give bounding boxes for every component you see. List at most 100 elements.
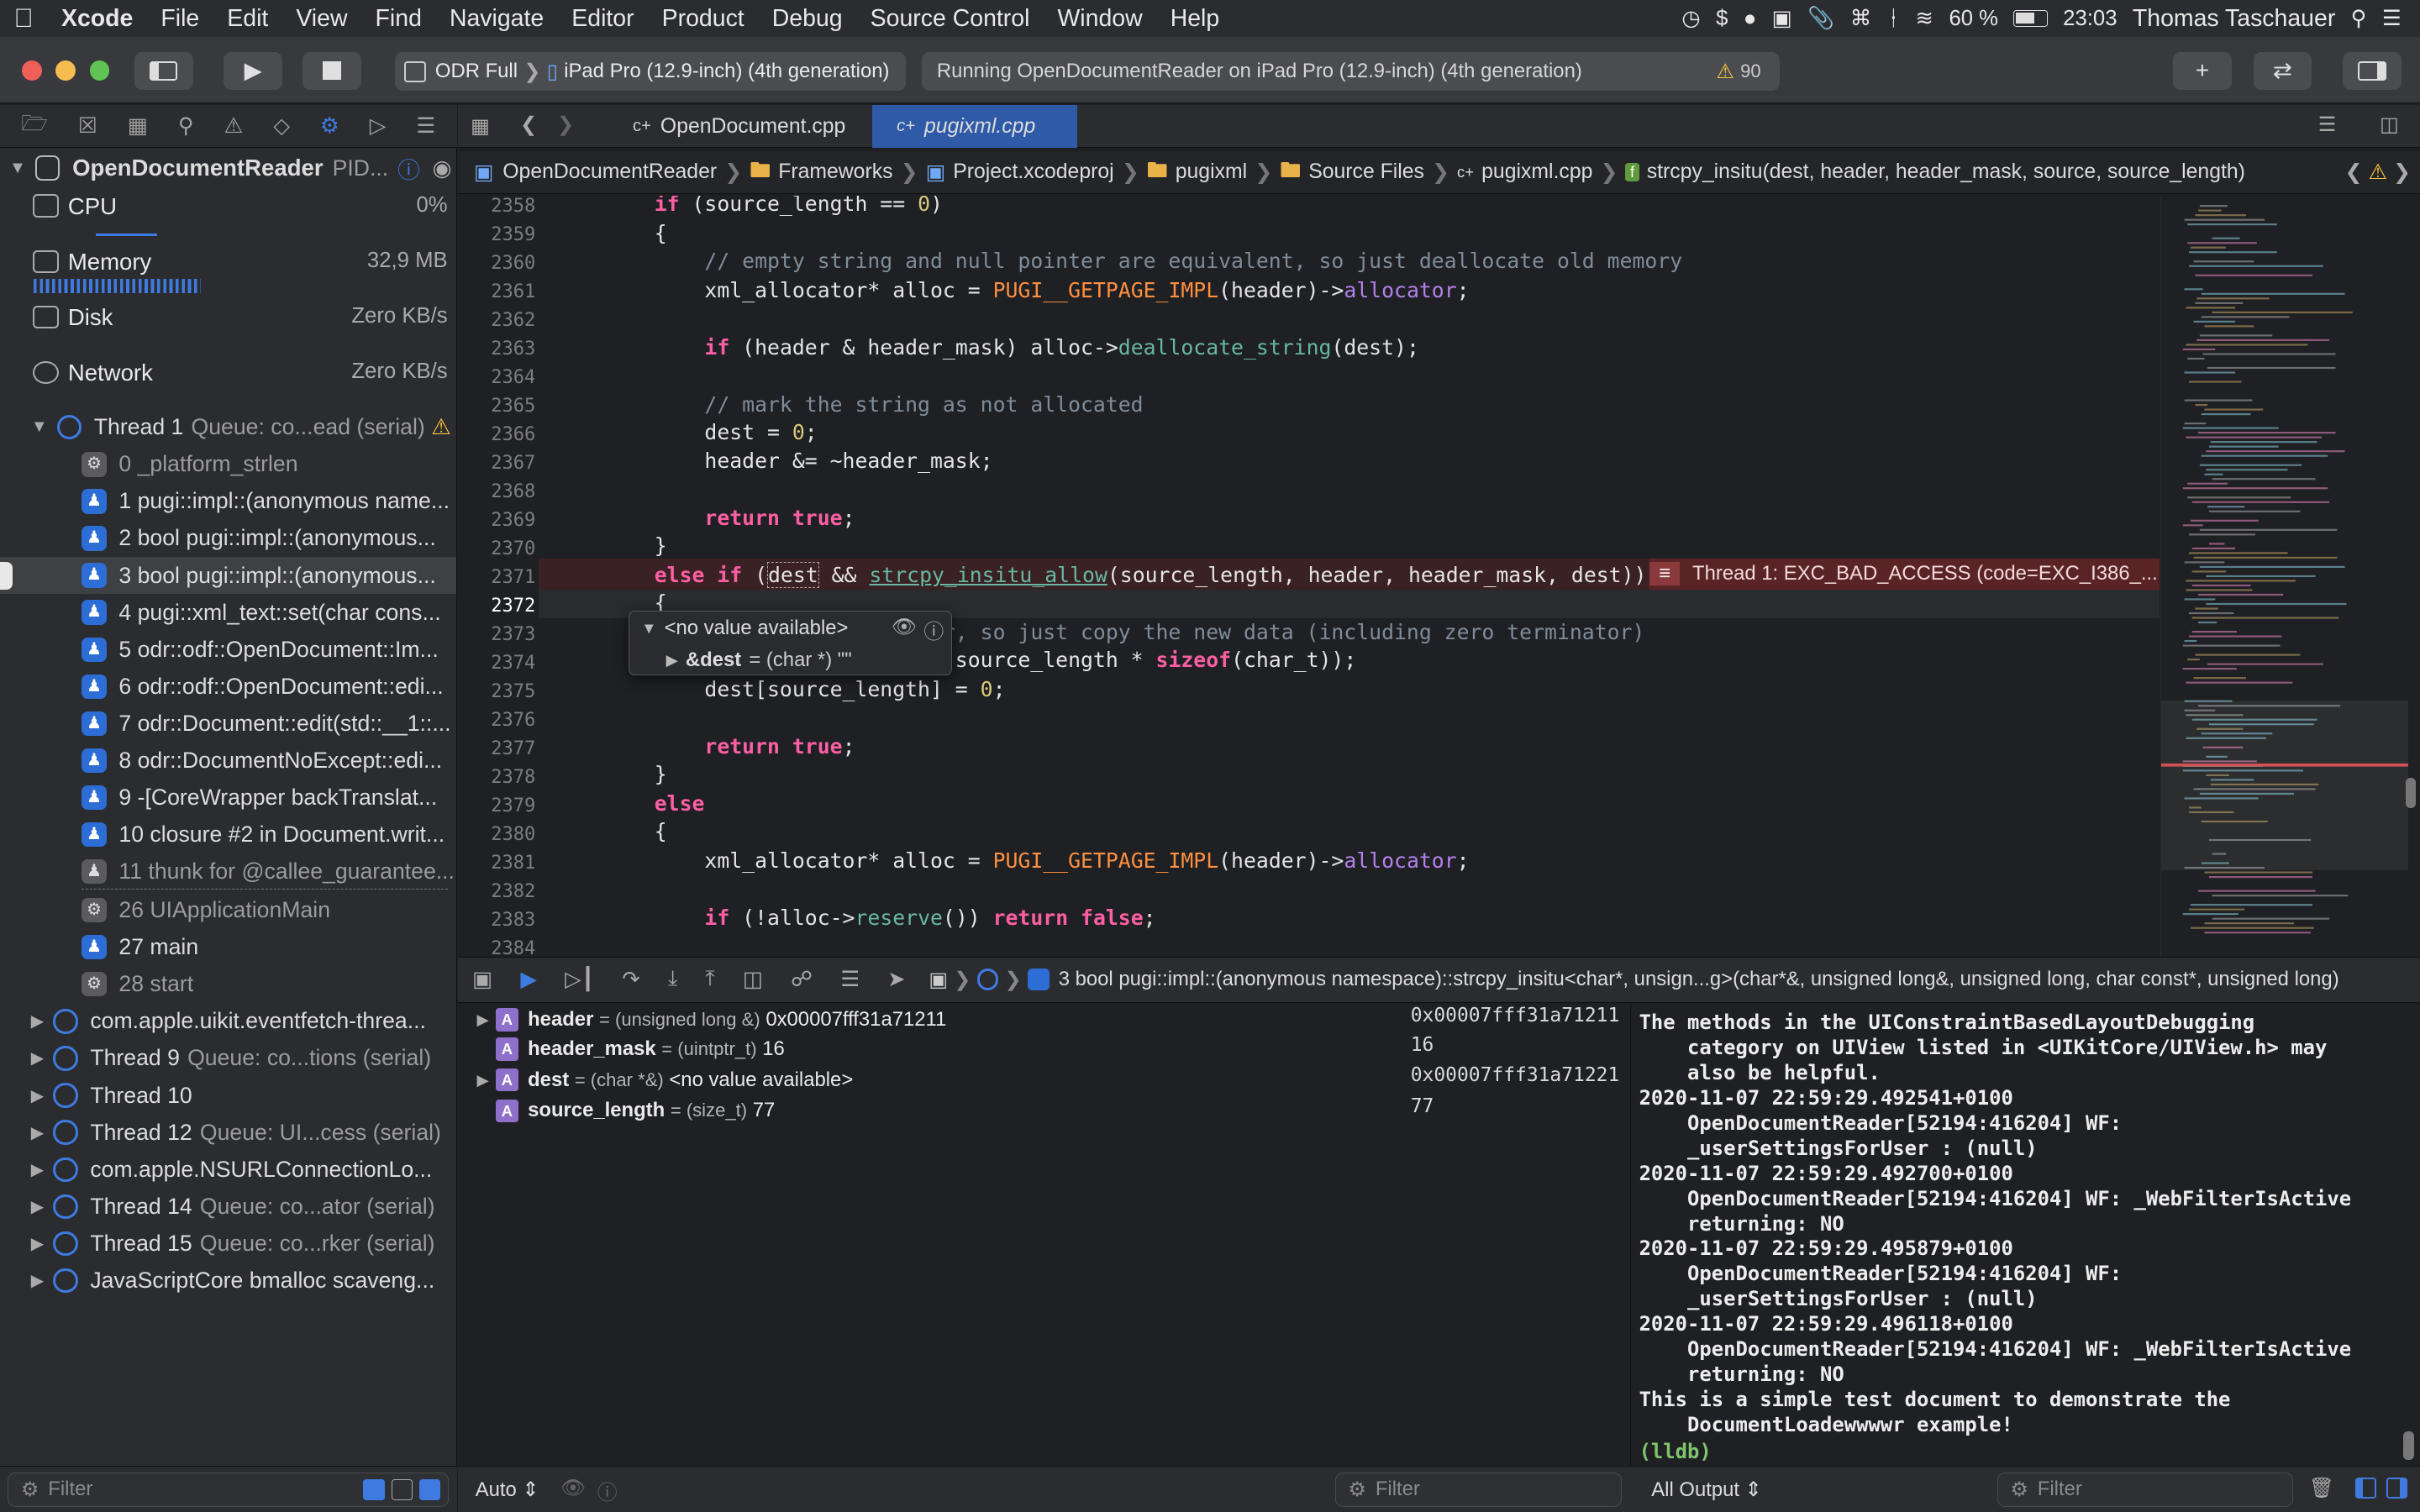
thread-row[interactable]: ▶ Thread 15 Queue: co...rker (serial) [0, 1225, 456, 1262]
debug-frame-label[interactable]: 3 bool pugi::impl::(anonymous namespace)… [1059, 968, 2339, 991]
stack-frame-row-selected[interactable]: ♟ 3 bool pugi::impl::(anonymous... [0, 557, 456, 595]
stack-frame-row[interactable]: ♟ 8 odr::DocumentNoExcept::edi... [0, 742, 456, 779]
line-number[interactable]: 2384 [458, 938, 535, 957]
library-button[interactable]: + [2173, 52, 2232, 90]
menu-view[interactable]: View [282, 5, 361, 33]
html5-icon[interactable]: ▣ [1772, 6, 1792, 31]
stack-frame-row[interactable]: ♟ 27 main [0, 929, 456, 966]
line-number[interactable]: 2376 [458, 710, 535, 731]
view-hierarchy-icon[interactable]: ◫ [743, 967, 763, 992]
quick-look-icon[interactable]: 👁 [560, 1476, 586, 1500]
thread-row[interactable]: ▶ JavaScriptCore bmalloc scaveng... [0, 1262, 456, 1299]
related-items-icon[interactable]: ☰ [2318, 113, 2336, 137]
minimize-window-button[interactable] [55, 60, 76, 81]
prev-issue-icon[interactable]: ❮ [2344, 160, 2362, 185]
user-name[interactable]: Thomas Taschauer [2133, 5, 2335, 33]
apple-menu-icon[interactable]:  [0, 3, 47, 34]
stack-frame-row[interactable]: ♟ 10 closure #2 in Document.writ... [0, 816, 456, 853]
step-into-icon[interactable]: ⤓ [668, 967, 677, 992]
close-window-button[interactable] [21, 60, 42, 81]
breadcrumb-xcodeproj[interactable]: Project.xcodeproj [953, 160, 1113, 184]
network-gauge[interactable]: Network Zero KB/s [0, 356, 456, 412]
cpu-gauge[interactable]: CPU 0% [0, 190, 456, 245]
menu-app-name[interactable]: Xcode [47, 5, 146, 33]
trash-icon[interactable]: 🗑 [2309, 1476, 2334, 1500]
search-icon[interactable]: ⚲ [178, 113, 194, 139]
disclosure-closed-icon[interactable]: ▶ [31, 1047, 45, 1068]
memory-graph-icon[interactable]: ☍ [791, 967, 813, 992]
stack-frame-row[interactable]: ⚙ 0 _platform_strlen [0, 446, 456, 483]
breadcrumb-pugixml[interactable]: pugixml [1176, 160, 1247, 184]
console-filter-field[interactable]: ⚙ Filter [1996, 1473, 2294, 1507]
menu-debug[interactable]: Debug [758, 5, 856, 33]
keyboard-icon[interactable]: ⌘ [1850, 6, 1872, 31]
thread-row[interactable]: ▶ Thread 12 Queue: UI...cess (serial) [0, 1114, 456, 1151]
filter-frames-icon[interactable] [391, 1478, 413, 1501]
disclosure-closed-icon[interactable]: ▶ [477, 1071, 496, 1089]
disclosure-open-icon[interactable]: ▼ [641, 619, 656, 638]
disclosure-closed-icon[interactable]: ▶ [31, 1196, 45, 1217]
report-icon[interactable]: ☰ [416, 113, 435, 139]
info-icon[interactable]: ⓘ [397, 152, 420, 185]
breadcrumb-source-files[interactable]: Source Files [1308, 160, 1424, 184]
stack-frame-row[interactable]: ♟ 4 pugi::xml_text::set(char cons... [0, 594, 456, 631]
variables-mode-select[interactable]: Auto ⇕ [476, 1478, 539, 1502]
menu-navigate[interactable]: Navigate [435, 5, 557, 33]
disclosure-open-icon[interactable]: ▼ [31, 417, 48, 437]
step-over-icon[interactable]: ↷ [622, 967, 640, 992]
menu-help[interactable]: Help [1156, 5, 1234, 33]
filter-user-icon[interactable] [418, 1478, 441, 1501]
source-control-icon[interactable]: ☒ [78, 113, 97, 139]
variable-row[interactable]: ▶ A header = (unsigned long &) 0x00007ff… [477, 1005, 946, 1036]
line-number[interactable]: 2372 [458, 596, 535, 617]
line-number[interactable]: 2382 [458, 881, 535, 902]
disclosure-closed-icon[interactable]: ▶ [31, 1270, 45, 1291]
line-number[interactable]: 2378 [458, 767, 535, 788]
source-editor[interactable]: 2358 2359 2360 2361 2362 2363 2364 2365 2366 2367… [458, 196, 2160, 957]
line-number[interactable]: 2380 [458, 824, 535, 845]
wifi-icon[interactable]: ≋ [1916, 6, 1934, 31]
console-view[interactable]: The methods in the UIConstraintBasedLayo… [1633, 1004, 2420, 1466]
info-icon[interactable]: ⓘ [923, 615, 944, 644]
stack-frame-row[interactable]: ♟ 11 thunk for @callee_guarantee... [0, 853, 456, 890]
line-number[interactable]: 2368 [458, 481, 535, 502]
scheme-selector[interactable]: ODR Full ❯ ▯ iPad Pro (12.9-inch) (4th g… [395, 52, 907, 92]
line-number[interactable]: 2377 [458, 738, 535, 759]
data-tip-popover[interactable]: ▼ <no value available> 👁 ⓘ ▶ &dest = (ch… [628, 611, 953, 676]
tab-opendocument-cpp[interactable]: c+ OpenDocument.cpp [608, 105, 871, 148]
back-arrow-icon[interactable]: ❮ [520, 113, 537, 137]
stop-button[interactable] [302, 52, 361, 90]
disclosure-open-icon[interactable]: ▼ [9, 159, 26, 178]
stack-frame-row[interactable]: ♟ 7 odr::Document::edit(std::__1::... [0, 705, 456, 742]
line-number[interactable]: 2358 [458, 196, 535, 217]
line-number[interactable]: 2369 [458, 510, 535, 531]
forward-arrow-icon[interactable]: ❯ [557, 113, 574, 137]
toggle-inspector-button[interactable] [2343, 52, 2402, 90]
line-number[interactable]: 2381 [458, 853, 535, 874]
lldb-prompt[interactable]: (lldb) [1639, 1440, 1712, 1463]
variable-row[interactable]: A source_length = (size_t) 77 [477, 1095, 775, 1126]
warning-icon[interactable]: ⚠ [1716, 60, 1733, 84]
continue-icon[interactable]: ▷┃ [565, 967, 594, 992]
spotlight-icon[interactable]: ⚲ [2351, 6, 2367, 31]
breadcrumb-file[interactable]: pugixml.cpp [1481, 160, 1592, 184]
split-editor-icon[interactable]: ◫ [2380, 113, 2399, 137]
zoom-window-button[interactable] [89, 60, 110, 81]
bluetooth-icon[interactable]: ᛂ [1887, 7, 1900, 31]
breadcrumb-frameworks[interactable]: Frameworks [778, 160, 892, 184]
line-number[interactable]: 2364 [458, 367, 535, 388]
output-select[interactable]: All Output ⇕ [1651, 1478, 1761, 1502]
vpn-icon[interactable]: ● [1744, 7, 1757, 31]
line-number[interactable]: 2366 [458, 424, 535, 445]
environment-overrides-icon[interactable]: ☰ [840, 967, 860, 992]
stack-frame-row[interactable]: ♟ 5 odr::odf::OpenDocument::Im... [0, 631, 456, 668]
line-number[interactable]: 2371 [458, 567, 535, 588]
disclosure-closed-icon[interactable]: ▶ [31, 1233, 45, 1254]
eye-icon[interactable]: 👁 [892, 615, 917, 639]
line-number[interactable]: 2359 [458, 224, 535, 245]
disclosure-closed-icon[interactable]: ▶ [477, 1011, 496, 1029]
disclosure-closed-icon[interactable]: ▶ [666, 651, 678, 669]
disclosure-closed-icon[interactable]: ▶ [31, 1159, 45, 1180]
thread-row[interactable]: ▶ com.apple.NSURLConnectionLo... [0, 1151, 456, 1188]
filter-crashed-icon[interactable] [363, 1478, 386, 1501]
